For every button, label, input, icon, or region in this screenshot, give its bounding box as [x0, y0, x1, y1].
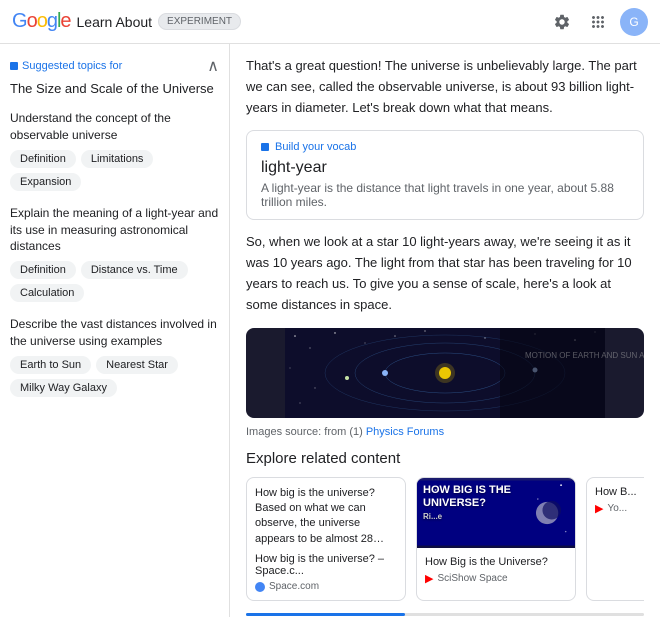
- progress-bar: [246, 613, 405, 616]
- related-card-3-title: How B...: [595, 486, 644, 498]
- chips-1: Definition Limitations Expansion: [10, 150, 219, 191]
- topic-title-2: Explain the meaning of a light-year and …: [10, 205, 219, 255]
- apps-icon[interactable]: [584, 8, 612, 36]
- video-title-overlay: HOW BIG IS THE UNIVERSE? Ri...e: [423, 484, 569, 522]
- sidebar-title: The Size and Scale of the Universe: [10, 80, 219, 98]
- sidebar: Suggested topics for ∧ The Size and Scal…: [0, 44, 230, 617]
- chips-2: Definition Distance vs. Time Calculation: [10, 261, 219, 302]
- collapse-icon[interactable]: ∧: [207, 56, 219, 76]
- header-right: G: [548, 8, 648, 36]
- vocab-definition: A light-year is the distance that light …: [261, 181, 629, 209]
- topic-section-3: Describe the vast distances involved in …: [10, 316, 219, 397]
- youtube-icon: ▶: [425, 572, 433, 585]
- main-layout: Suggested topics for ∧ The Size and Scal…: [0, 44, 660, 617]
- related-card-1-source: Space.com: [255, 581, 397, 592]
- chip-definition-1[interactable]: Definition: [10, 150, 76, 168]
- header-left: Google Learn About EXPERIMENT: [12, 10, 241, 33]
- svg-text:MOTION OF EARTH AND SUN AROUND: MOTION OF EARTH AND SUN AROUND THE MILKY…: [525, 351, 644, 360]
- chip-distance-vs-time[interactable]: Distance vs. Time: [81, 261, 188, 279]
- topic-section-2: Explain the meaning of a light-year and …: [10, 205, 219, 302]
- chips-3: Earth to Sun Nearest Star Milky Way Gala…: [10, 356, 219, 397]
- paragraph-text: So, when we look at a star 10 light-year…: [246, 232, 644, 315]
- related-cards-container: How big is the universe? Based on what w…: [246, 477, 644, 602]
- progress-bar-container: [246, 613, 644, 616]
- chip-calculation[interactable]: Calculation: [10, 284, 84, 302]
- related-card-2-text: How Big is the Universe? ▶ SciShow Space: [417, 548, 575, 593]
- related-card-2-title: How Big is the Universe?: [425, 556, 567, 568]
- chip-definition-2[interactable]: Definition: [10, 261, 76, 279]
- explore-related-title: Explore related content: [246, 450, 644, 467]
- related-card-2[interactable]: HOW BIG IS THE UNIVERSE? Ri...e How Big …: [416, 477, 576, 602]
- physics-forums-link[interactable]: Physics Forums: [366, 426, 444, 438]
- chip-expansion[interactable]: Expansion: [10, 173, 81, 191]
- chip-nearest-star[interactable]: Nearest Star: [96, 356, 178, 374]
- header: Google Learn About EXPERIMENT G: [0, 0, 660, 44]
- topic-title-1: Understand the concept of the observable…: [10, 110, 219, 144]
- settings-icon[interactable]: [548, 8, 576, 36]
- chip-limitations[interactable]: Limitations: [81, 150, 154, 168]
- related-card-1[interactable]: How big is the universe? Based on what w…: [246, 477, 406, 602]
- space-image: MOTION OF EARTH AND SUN AROUND THE MILKY…: [246, 328, 644, 418]
- topic-title-3: Describe the vast distances involved in …: [10, 316, 219, 350]
- vocab-card: Build your vocab light-year A light-year…: [246, 130, 644, 220]
- related-card-1-desc: How big is the universe? Based on what w…: [255, 486, 397, 548]
- chip-earth-to-sun[interactable]: Earth to Sun: [10, 356, 91, 374]
- content-area: That's a great question! The universe is…: [230, 44, 660, 617]
- learn-about-label: Learn About: [77, 14, 153, 30]
- chip-milky-way[interactable]: Milky Way Galaxy: [10, 379, 117, 397]
- experiment-badge: EXPERIMENT: [158, 13, 241, 30]
- topic-section-1: Understand the concept of the observable…: [10, 110, 219, 191]
- vocab-term: light-year: [261, 159, 629, 177]
- suggested-topics-label: Suggested topics for: [10, 60, 122, 72]
- blue-square-icon: [10, 62, 18, 70]
- related-card-3[interactable]: How B... ▶ Yo...: [586, 477, 644, 602]
- related-card-1-text: How big is the universe? Based on what w…: [247, 478, 405, 601]
- youtube-icon-3: ▶: [595, 502, 603, 515]
- image-source: Images source: from (1) Physics Forums: [246, 426, 644, 438]
- related-card-1-title: How big is the universe? – Space.c...: [255, 553, 397, 577]
- avatar[interactable]: G: [620, 8, 648, 36]
- google-logo: Google: [12, 10, 71, 33]
- answer-text: That's a great question! The universe is…: [246, 56, 644, 118]
- related-card-3-source: ▶ Yo...: [595, 502, 644, 515]
- space-com-icon: [255, 582, 265, 592]
- related-card-3-text: How B... ▶ Yo...: [587, 478, 644, 523]
- vocab-blue-icon: [261, 143, 269, 151]
- vocab-card-header: Build your vocab: [261, 141, 629, 153]
- sidebar-header: Suggested topics for ∧: [10, 56, 219, 76]
- video-thumbnail: HOW BIG IS THE UNIVERSE? Ri...e: [417, 478, 575, 548]
- related-card-2-source: ▶ SciShow Space: [425, 572, 567, 585]
